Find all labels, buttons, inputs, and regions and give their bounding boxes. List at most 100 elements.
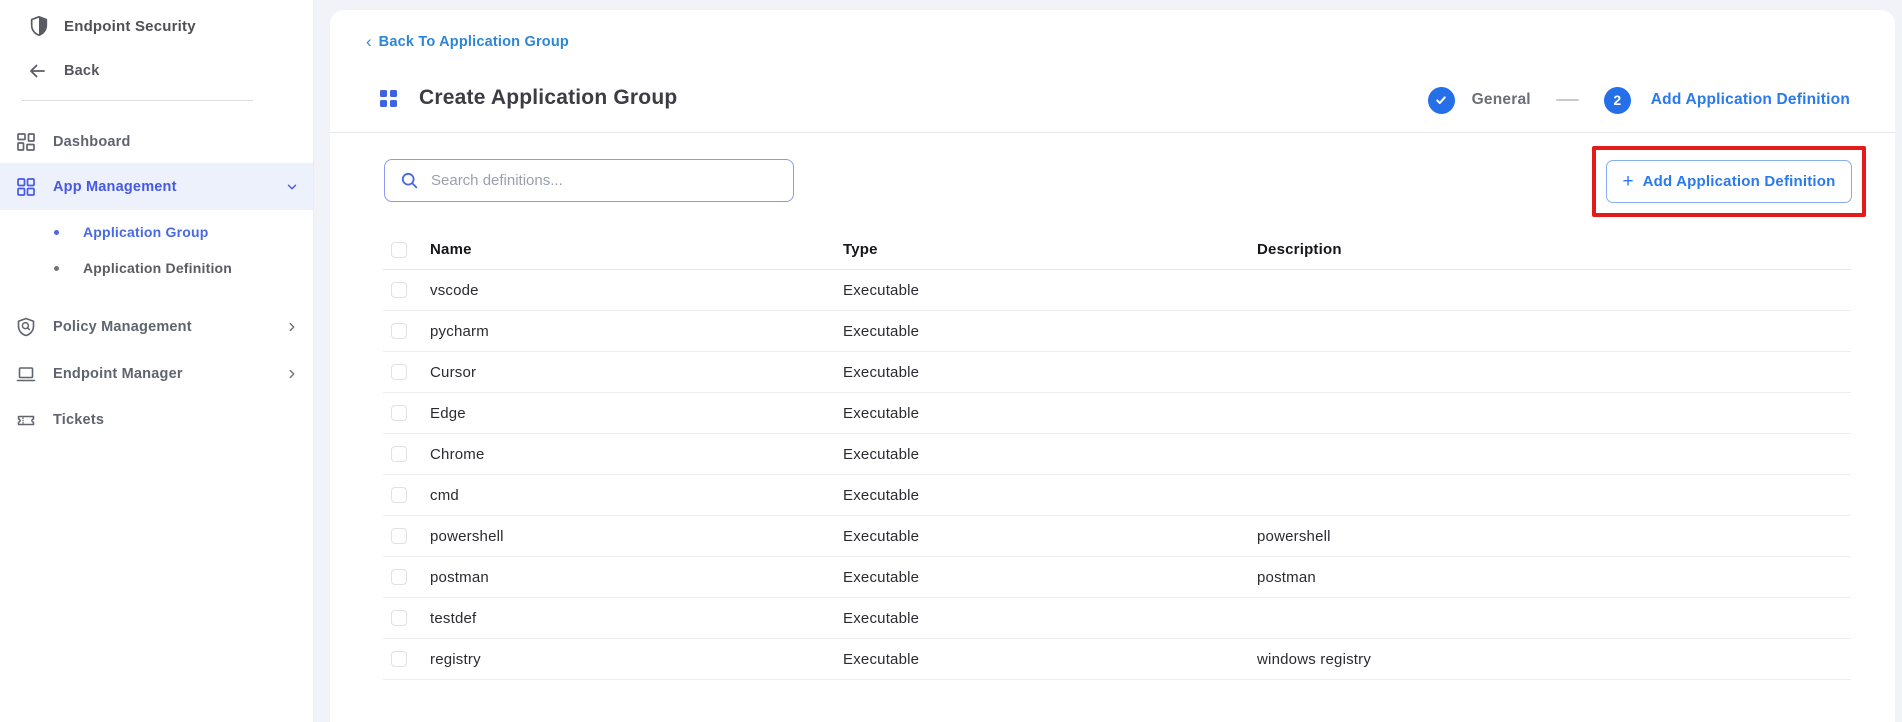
title-row: Create Application Group [380,86,677,110]
table-row: Chrome Executable [383,434,1851,475]
row-checkbox[interactable] [391,610,407,626]
breadcrumb-chevron-icon: ‹ [366,32,372,51]
select-all-checkbox[interactable] [391,241,407,258]
cell-description: windows registry [1257,650,1372,668]
table-row: postman Executable postman [383,557,1851,598]
page-title: Create Application Group [419,86,678,109]
cell-type: Executable [843,445,920,463]
sidebar-item-application-group[interactable]: Application Group [0,214,313,250]
stepper-connector [1555,99,1579,101]
cell-description: postman [1257,568,1316,586]
step2-label: Add Application Definition [1650,91,1850,108]
add-application-definition-button[interactable]: + Add Application Definition [1606,160,1852,203]
shield-icon [30,16,48,36]
laptop-icon [16,367,36,382]
brand-label: Endpoint Security [64,17,196,35]
sidebar-item-endpoint-manager[interactable]: Endpoint Manager [0,351,313,397]
plus-icon: + [1622,171,1634,192]
step1-complete-indicator[interactable] [1427,86,1455,114]
table-body: vscode Executable pycharm Executable Cur… [383,270,1851,680]
table-row: Edge Executable [383,393,1851,434]
policy-shield-icon [17,317,35,337]
table-row: cmd Executable [383,475,1851,516]
breadcrumb-label: Back To Application Group [378,34,569,50]
grid-title-icon [380,89,397,107]
sidebar-item-label: Policy Management [53,319,192,335]
row-checkbox[interactable] [391,282,407,298]
ticket-icon [17,415,35,426]
cell-type: Executable [843,609,920,627]
row-checkbox[interactable] [391,446,407,462]
add-button-label: Add Application Definition [1642,173,1836,190]
sidebar-subitem-label: Application Definition [83,260,233,276]
cell-name: testdef [430,609,477,627]
sidebar-item-policy-management[interactable]: Policy Management [0,304,313,350]
sidebar-item-label: Tickets [53,412,105,428]
cell-name: powershell [430,527,504,545]
table-row: powershell Executable powershell [383,516,1851,557]
row-checkbox[interactable] [391,528,407,544]
cell-name: vscode [430,281,479,299]
cell-type: Executable [843,568,920,586]
table-row: testdef Executable [383,598,1851,639]
row-checkbox[interactable] [391,651,407,667]
wizard-stepper: General 2 Add Application Definition [1427,86,1850,114]
table-row: pycharm Executable [383,311,1851,352]
search-input[interactable] [431,172,793,189]
back-arrow-icon [30,64,45,78]
cell-type: Executable [843,486,920,504]
page-body: + Add Application Definition Name Type D… [330,133,1895,721]
check-icon [1436,96,1446,104]
bullet-icon [54,229,59,235]
chevron-right-icon [289,369,295,379]
main-card: ‹ Back To Application Group Create Appli… [330,10,1895,722]
column-header-name: Name [430,241,472,258]
column-header-type: Type [843,241,878,258]
brand: Endpoint Security [0,8,313,44]
breadcrumb-back-link[interactable]: ‹ Back To Application Group [366,32,569,51]
sidebar-item-dashboard[interactable]: Dashboard [0,119,313,165]
row-checkbox[interactable] [391,569,407,585]
chevron-down-icon [287,184,297,189]
step2-number: 2 [1613,92,1622,108]
cell-type: Executable [843,650,920,668]
row-checkbox[interactable] [391,487,407,503]
cell-name: Chrome [430,445,485,463]
sidebar-subitem-label: Application Group [83,224,209,240]
cell-name: registry [430,650,481,668]
chevron-right-icon [289,322,295,332]
sidebar-item-label: Dashboard [53,134,131,150]
table-row: Cursor Executable [383,352,1851,393]
cell-type: Executable [843,404,920,422]
search-icon [401,172,418,189]
sidebar-item-tickets[interactable]: Tickets [0,397,313,443]
page-header: ‹ Back To Application Group Create Appli… [330,10,1895,133]
definitions-table: Name Type Description vscode Executable … [383,230,1851,680]
back-button[interactable]: Back [0,56,313,86]
cell-name: cmd [430,486,459,504]
step2-indicator[interactable]: 2 [1603,86,1631,114]
app-management-icon [17,177,35,196]
step1-label: General [1471,91,1531,108]
table-header-row: Name Type Description [383,230,1851,270]
sidebar: Endpoint Security Back Dashboard App Man… [0,0,314,722]
sidebar-divider [22,100,253,101]
row-checkbox[interactable] [391,323,407,339]
cell-name: postman [430,568,489,586]
sidebar-item-label: App Management [53,178,177,195]
column-header-description: Description [1257,241,1342,258]
cell-name: pycharm [430,322,489,340]
row-checkbox[interactable] [391,364,407,380]
cell-type: Executable [843,527,920,545]
dashboard-icon [17,133,35,151]
bullet-icon [54,265,59,271]
cell-type: Executable [843,363,920,381]
table-row: vscode Executable [383,270,1851,311]
sidebar-item-app-management[interactable]: App Management [0,163,313,210]
row-checkbox[interactable] [391,405,407,421]
back-label: Back [64,63,100,79]
search-box [384,159,794,202]
sidebar-item-application-definition[interactable]: Application Definition [0,250,313,286]
cell-name: Cursor [430,363,477,381]
cell-name: Edge [430,404,466,422]
